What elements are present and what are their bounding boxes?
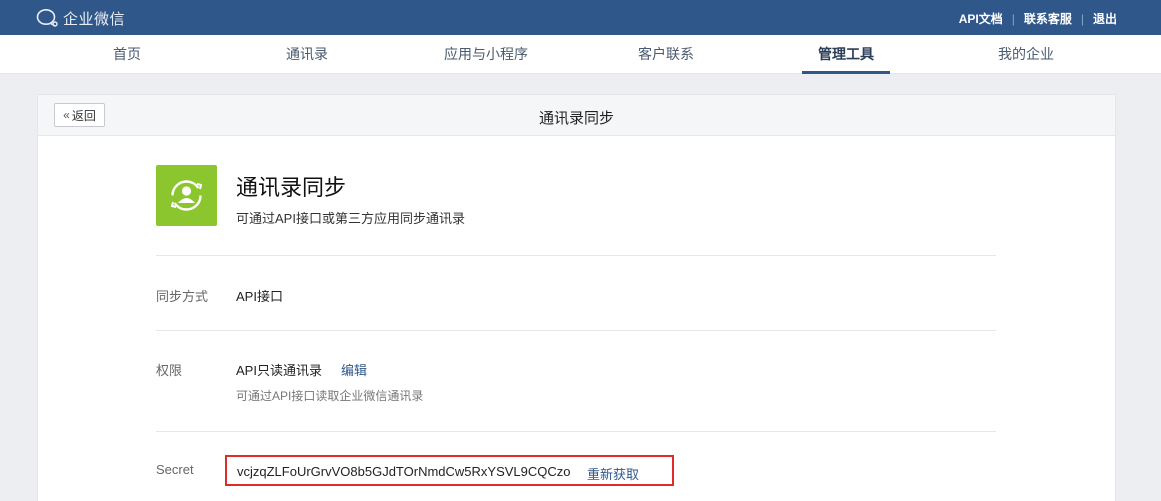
sync-method-value: API接口 bbox=[236, 289, 283, 304]
app-name: 通讯录同步 bbox=[236, 175, 347, 200]
permission-label: 权限 bbox=[156, 363, 183, 378]
content-panel: « 返回 通讯录同步 通讯录同步 可通过API接口或第三方应用同步通讯录 同步方… bbox=[37, 94, 1116, 501]
top-bar: 企业微信 API文档 | 联系客服 | 退出 bbox=[0, 0, 1161, 35]
divider bbox=[156, 431, 996, 432]
sync-method-label: 同步方式 bbox=[156, 289, 209, 304]
nav-contacts[interactable]: 通讯录 bbox=[272, 35, 342, 74]
nav-home[interactable]: 首页 bbox=[97, 35, 157, 74]
edit-permission-link[interactable]: 编辑 bbox=[341, 360, 367, 379]
secret-label: Secret bbox=[156, 462, 194, 477]
nav-management-tools[interactable]: 管理工具 bbox=[802, 35, 890, 74]
page-title: 通讯录同步 bbox=[538, 110, 614, 127]
secret-highlight-box: vcjzqZLFoUrGrvVO8b5GJdTOrNmdCw5RxYSVL9CQ… bbox=[225, 455, 674, 486]
contact-support-link[interactable]: 联系客服 bbox=[1024, 10, 1072, 27]
secret-value[interactable]: vcjzqZLFoUrGrvVO8b5GJdTOrNmdCw5RxYSVL9CQ… bbox=[237, 464, 571, 479]
sync-contacts-icon bbox=[156, 165, 217, 226]
brand-name: 企业微信 bbox=[63, 10, 126, 28]
divider bbox=[156, 255, 996, 256]
main-nav: 首页 通讯录 应用与小程序 客户联系 管理工具 我的企业 bbox=[0, 35, 1161, 74]
app-description: 可通过API接口或第三方应用同步通讯录 bbox=[236, 211, 465, 226]
nav-customer-contact[interactable]: 客户联系 bbox=[624, 35, 708, 74]
chat-bubble-logo-icon bbox=[36, 8, 59, 28]
nav-apps[interactable]: 应用与小程序 bbox=[436, 35, 536, 74]
permission-value: API只读通讯录 bbox=[236, 363, 322, 378]
permission-hint: 可通过API接口读取企业微信通讯录 bbox=[236, 389, 424, 403]
nav-my-company[interactable]: 我的企业 bbox=[986, 35, 1066, 74]
brand[interactable]: 企业微信 bbox=[36, 8, 125, 28]
refresh-secret-link[interactable]: 重新获取 bbox=[587, 464, 639, 483]
panel-header: « 返回 通讯录同步 bbox=[38, 95, 1115, 136]
link-separator: | bbox=[1011, 11, 1015, 26]
link-separator: | bbox=[1080, 11, 1084, 26]
api-docs-link[interactable]: API文档 bbox=[959, 10, 1003, 27]
divider bbox=[156, 330, 996, 331]
logout-link[interactable]: 退出 bbox=[1093, 10, 1117, 27]
top-links: API文档 | 联系客服 | 退出 bbox=[959, 10, 1117, 27]
